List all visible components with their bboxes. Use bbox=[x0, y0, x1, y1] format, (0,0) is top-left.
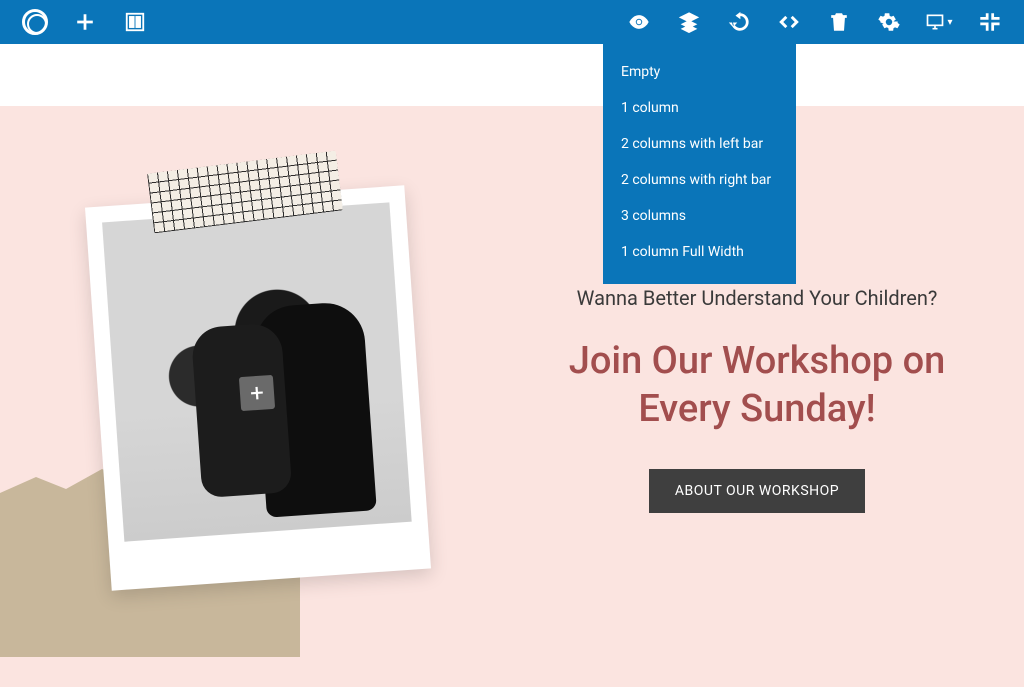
layout-icon bbox=[124, 11, 146, 33]
headline-line-1: Join Our Workshop on bbox=[569, 339, 946, 383]
hero-image-column: + bbox=[0, 106, 520, 687]
page-header-blank bbox=[0, 44, 1024, 106]
eye-icon bbox=[628, 11, 650, 33]
logo-icon bbox=[22, 9, 48, 35]
dropdown-item-1col[interactable]: 1 column bbox=[603, 90, 796, 126]
history-icon bbox=[728, 11, 750, 33]
trash-icon bbox=[828, 11, 850, 33]
layout-button[interactable] bbox=[110, 0, 160, 44]
dropdown-item-empty[interactable]: Empty bbox=[603, 54, 796, 90]
hero-photo bbox=[102, 202, 412, 541]
toolbar-right-group: ▾ bbox=[614, 0, 1014, 44]
device-button[interactable]: ▾ bbox=[914, 0, 964, 44]
plus-icon bbox=[74, 11, 96, 33]
dropdown-item-2col-right[interactable]: 2 columns with right bar bbox=[603, 162, 796, 198]
fullscreen-exit-button[interactable] bbox=[964, 0, 1014, 44]
delete-button[interactable] bbox=[814, 0, 864, 44]
page-content: + Wanna Better Understand Your Children?… bbox=[0, 106, 1024, 687]
preview-button[interactable] bbox=[614, 0, 664, 44]
collapse-icon bbox=[978, 11, 1000, 33]
editor-toolbar: ▾ bbox=[0, 0, 1024, 44]
layers-button[interactable] bbox=[664, 0, 714, 44]
hero-headline: Join Our Workshop on Every Sunday! bbox=[520, 338, 994, 433]
monitor-icon bbox=[925, 11, 945, 33]
dropdown-item-2col-left[interactable]: 2 columns with left bar bbox=[603, 126, 796, 162]
layers-icon bbox=[678, 11, 700, 33]
hero-subheading: Wanna Better Understand Your Children? bbox=[520, 286, 994, 310]
add-button[interactable] bbox=[60, 0, 110, 44]
dropdown-item-1col-full[interactable]: 1 column Full Width bbox=[603, 234, 796, 270]
toolbar-left-group bbox=[10, 0, 160, 44]
logo-button[interactable] bbox=[10, 0, 60, 44]
add-block-button[interactable]: + bbox=[239, 375, 275, 411]
settings-button[interactable] bbox=[864, 0, 914, 44]
chevron-down-icon: ▾ bbox=[947, 17, 952, 28]
cta-button[interactable]: ABOUT OUR WORKSHOP bbox=[649, 469, 865, 513]
layers-dropdown: Empty 1 column 2 columns with left bar 2… bbox=[603, 44, 796, 284]
headline-line-2: Every Sunday! bbox=[638, 387, 875, 431]
gear-icon bbox=[878, 11, 900, 33]
dropdown-item-3col[interactable]: 3 columns bbox=[603, 198, 796, 234]
code-button[interactable] bbox=[764, 0, 814, 44]
code-icon bbox=[778, 11, 800, 33]
history-button[interactable] bbox=[714, 0, 764, 44]
